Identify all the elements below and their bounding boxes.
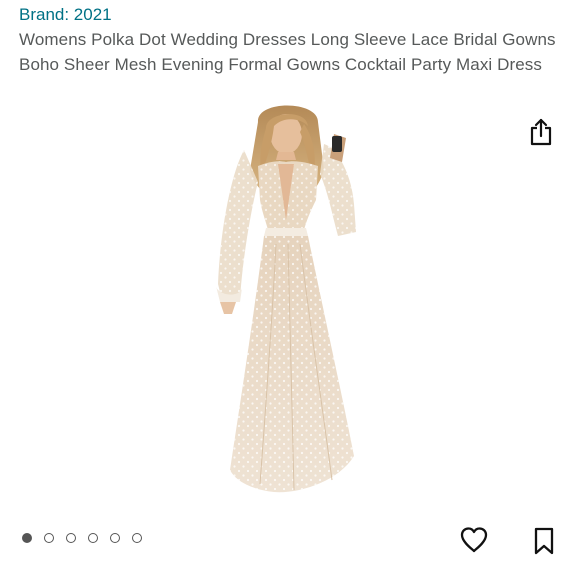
carousel-dot[interactable] xyxy=(110,533,120,543)
dress-photo xyxy=(216,105,356,493)
share-button[interactable] xyxy=(527,116,555,148)
share-icon xyxy=(530,118,552,146)
save-button[interactable] xyxy=(532,525,556,557)
carousel-dot[interactable] xyxy=(88,533,98,543)
carousel-dot[interactable] xyxy=(22,533,32,543)
wishlist-button[interactable] xyxy=(459,526,489,554)
heart-icon xyxy=(460,527,488,553)
product-image[interactable] xyxy=(214,104,368,500)
product-title: Womens Polka Dot Wedding Dresses Long Sl… xyxy=(19,30,556,74)
carousel-dot[interactable] xyxy=(66,533,76,543)
carousel-dot[interactable] xyxy=(132,533,142,543)
carousel-indicators xyxy=(22,533,142,547)
carousel-dot[interactable] xyxy=(44,533,54,543)
brand-link[interactable]: Brand: 2021 xyxy=(19,4,112,26)
bookmark-icon xyxy=(534,527,554,555)
